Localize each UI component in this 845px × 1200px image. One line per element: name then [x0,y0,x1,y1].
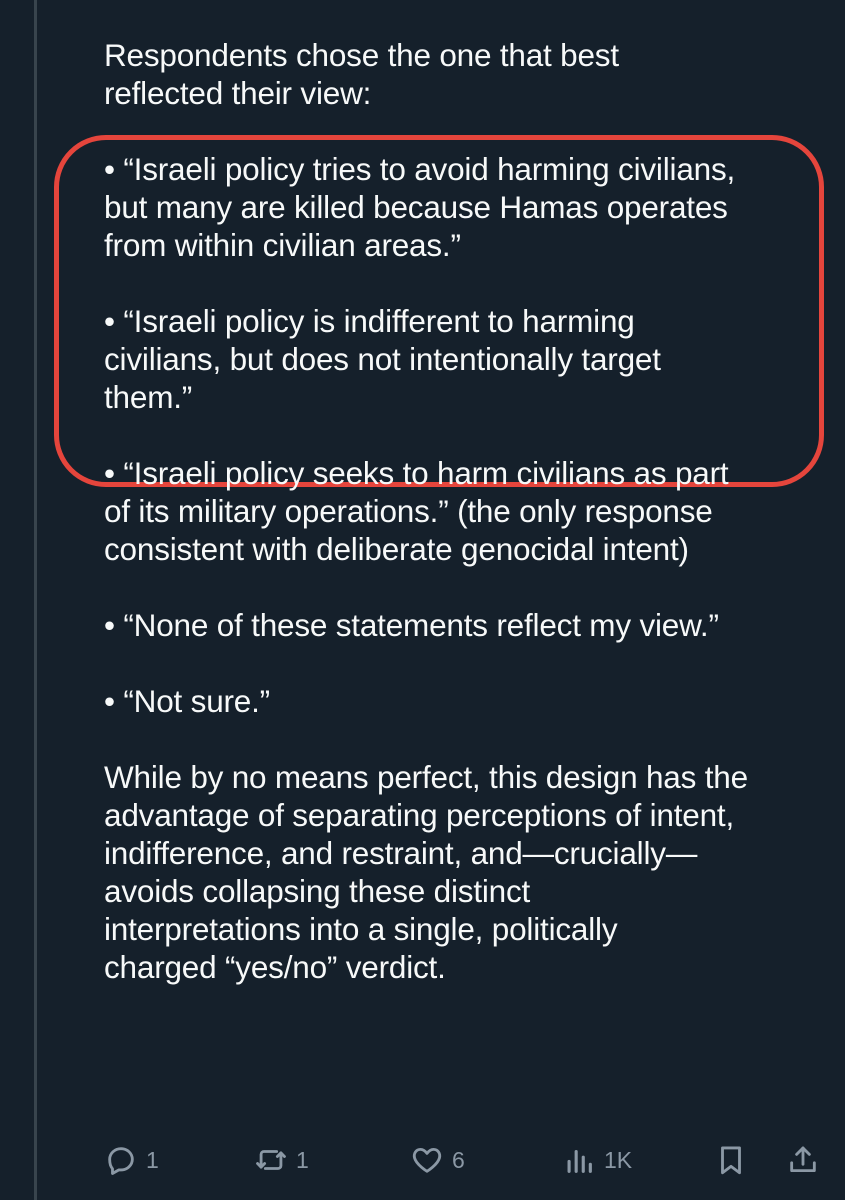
bookmark-icon [714,1143,748,1177]
intro-paragraph: Respondents chose the one that best refl… [104,37,619,111]
post-text: Respondents chose the one that best refl… [104,36,824,986]
like-count: 6 [452,1147,465,1173]
heart-icon [410,1143,444,1177]
share-button[interactable] [786,1143,820,1177]
option-item: • “Not sure.” [104,683,270,719]
views-button[interactable]: 1K [562,1143,632,1177]
repost-count: 1 [296,1147,309,1173]
share-icon [786,1143,820,1177]
reply-button[interactable]: 1 [104,1143,159,1177]
post-action-bar: 1 1 6 1K [104,1138,824,1182]
option-item: • “Israeli policy is indifferent to harm… [104,303,661,415]
repost-icon [254,1143,288,1177]
option-item: • “None of these statements reflect my v… [104,607,719,643]
repost-button[interactable]: 1 [254,1143,309,1177]
views-icon [562,1143,596,1177]
conclusion-paragraph: While by no means perfect, this design h… [104,759,748,985]
reply-count: 1 [146,1147,159,1173]
bookmark-button[interactable] [714,1143,748,1177]
thread-connector-line [34,0,37,1200]
like-button[interactable]: 6 [410,1143,465,1177]
option-item: • “Israeli policy seeks to harm civilian… [104,455,729,567]
option-item: • “Israeli policy tries to avoid harming… [104,151,736,263]
reply-icon [104,1143,138,1177]
views-count: 1K [604,1147,633,1173]
